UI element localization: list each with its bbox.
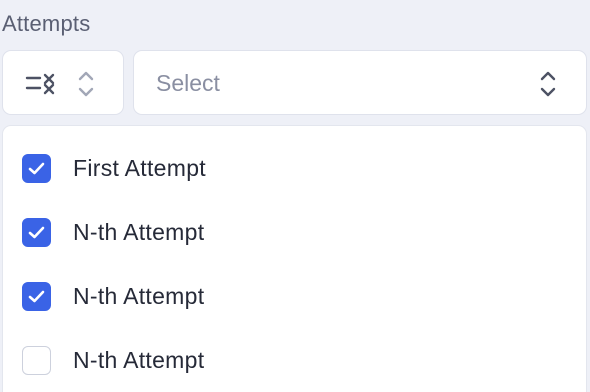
chevron-up-down-icon	[540, 71, 556, 97]
option-item[interactable]: N-th Attempt	[3, 324, 586, 388]
checkbox[interactable]	[22, 346, 51, 375]
option-label: N-th Attempt	[73, 219, 205, 245]
attempt-options-dropdown: First Attempt N-th Attempt N-th Attempt …	[2, 125, 587, 392]
filter-label: Attempts	[2, 11, 91, 36]
check-icon	[28, 226, 45, 239]
checkbox[interactable]	[22, 154, 51, 183]
checkbox[interactable]	[22, 282, 51, 311]
attempt-select[interactable]: Select	[133, 50, 587, 115]
list-x-icon	[25, 73, 55, 95]
filter-mode-button[interactable]	[2, 50, 124, 115]
option-label: N-th Attempt	[73, 347, 205, 373]
option-label: N-th Attempt	[73, 283, 205, 309]
checkbox[interactable]	[22, 218, 51, 247]
check-icon	[28, 290, 45, 303]
option-item[interactable]: N-th Attempt	[3, 260, 586, 324]
option-label: First Attempt	[73, 155, 206, 181]
attempts-filter: Attempts Select First Attempt N-th Attem…	[0, 0, 590, 392]
option-item[interactable]: N-th Attempt	[3, 196, 586, 260]
option-item[interactable]: First Attempt	[3, 132, 586, 196]
select-placeholder: Select	[156, 70, 220, 96]
chevron-up-down-icon	[78, 71, 94, 97]
filter-controls: Select	[2, 50, 587, 116]
check-icon	[28, 162, 45, 175]
